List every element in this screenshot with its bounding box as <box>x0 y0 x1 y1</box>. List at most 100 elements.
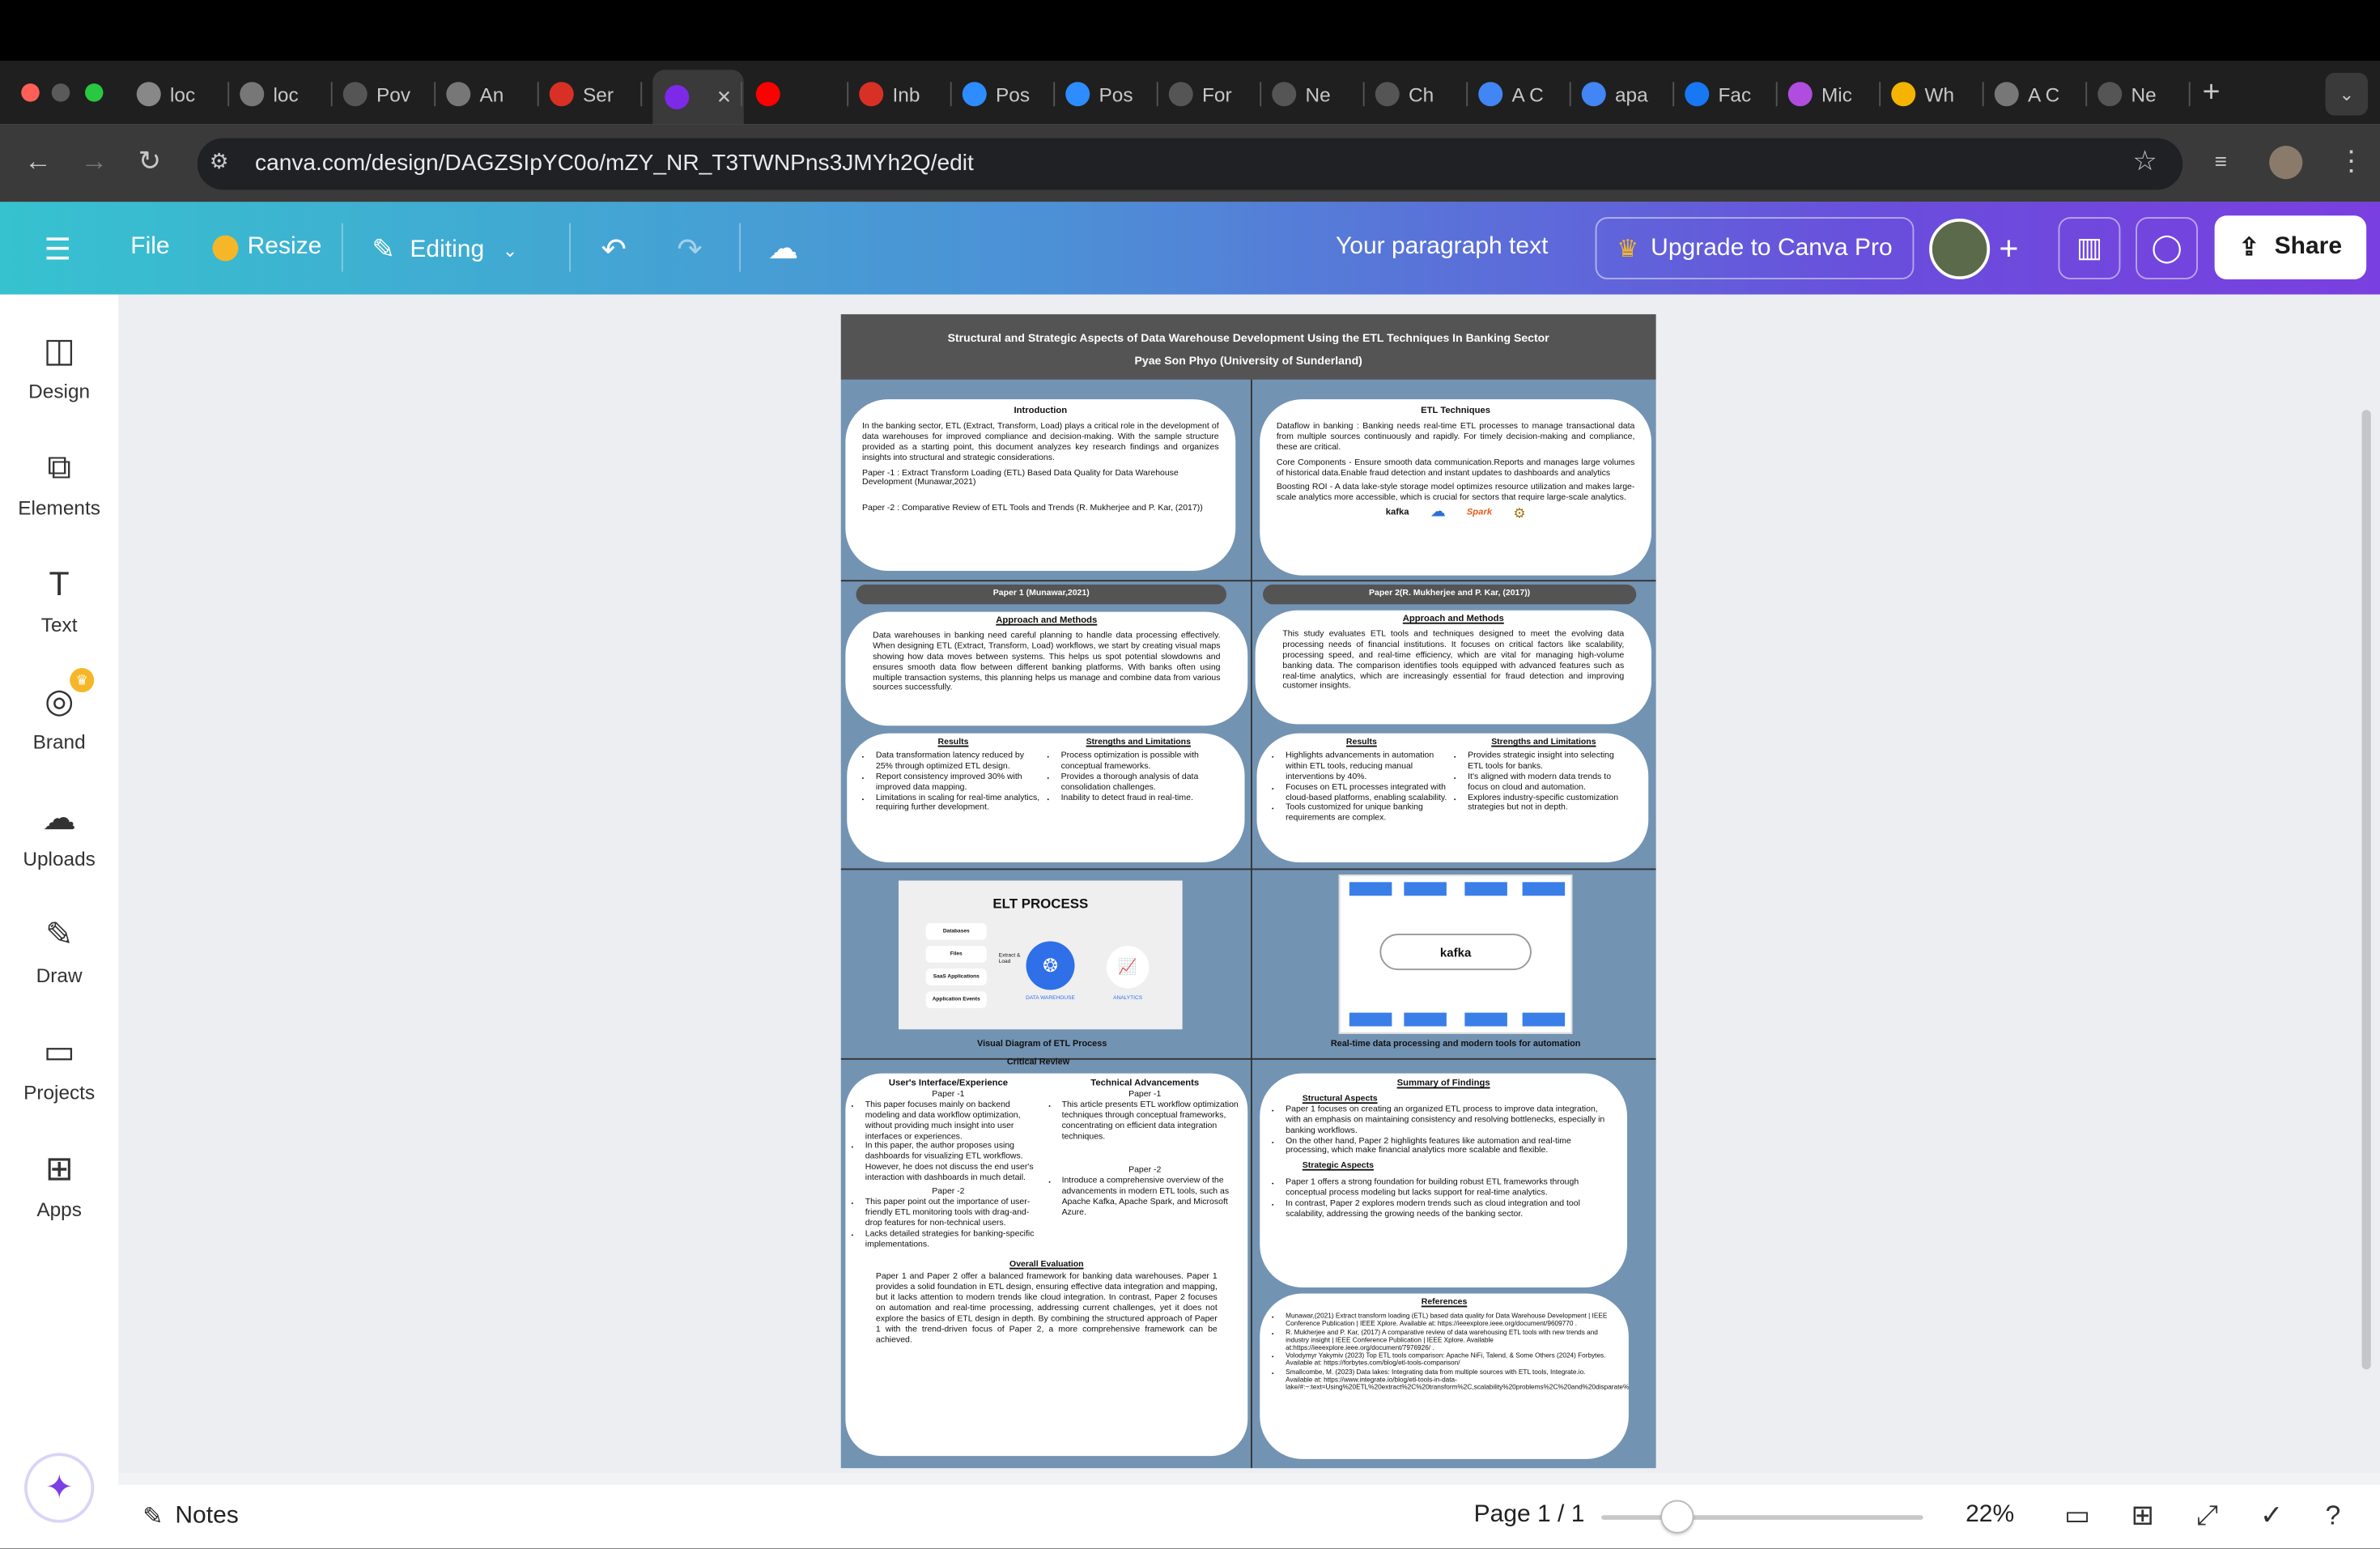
browser-tab[interactable]: Pov <box>342 76 410 113</box>
page-indicator[interactable]: Page 1 / 1 <box>1474 1501 1585 1529</box>
list-item: Smallcombe, M. (2023) Data lakes: Integr… <box>1286 1368 1629 1391</box>
text-icon: T <box>49 564 70 603</box>
profile-avatar[interactable] <box>2269 146 2303 180</box>
list-item: Tools customized for unique banking requ… <box>1286 804 1448 825</box>
zoom-slider-handle[interactable] <box>1660 1500 1694 1534</box>
browser-tab[interactable]: loc <box>136 76 195 113</box>
sidebar-item-apps[interactable]: ⊞ Apps <box>0 1149 118 1220</box>
diagram1-caption[interactable]: Visual Diagram of ETL Process <box>886 1040 1197 1049</box>
add-collaborator-icon[interactable]: + <box>1999 229 2018 269</box>
sidebar-item-elements[interactable]: ⧉ Elements <box>0 448 118 519</box>
paper2-pill[interactable]: Paper 2(R. Mukherjee and P. Kar, (2017)) <box>1263 584 1637 605</box>
paper2-results-card[interactable]: Results Highlights advancements in autom… <box>1256 733 1649 862</box>
zoom-level[interactable]: 22% <box>1966 1501 2014 1529</box>
browser-tab[interactable]: Wh <box>1891 76 1954 113</box>
browser-tab[interactable]: loc <box>240 76 299 113</box>
paper1-pill[interactable]: Paper 1 (Munawar,2021) <box>856 584 1226 605</box>
tab-separator <box>1156 82 1158 107</box>
sidebar-item-brand[interactable]: ◎ Brand <box>0 682 118 753</box>
bookmark-star-icon[interactable]: ☆ <box>2132 146 2157 177</box>
paper1-results-card[interactable]: Results Data transformation latency redu… <box>847 733 1245 862</box>
reload-icon[interactable]: ↻ <box>138 146 161 177</box>
paper2-approach-card[interactable]: Approach and Methods This study evaluate… <box>1255 610 1651 725</box>
sink-box <box>1349 1012 1392 1027</box>
overall-evaluation-heading: Overall Evaluation <box>1009 1259 1084 1269</box>
zoom-slider[interactable] <box>1601 1515 1923 1520</box>
browser-tab[interactable]: Ser <box>549 76 614 113</box>
sidebar-item-draw[interactable]: ✎ Draw <box>0 916 118 987</box>
browser-tab[interactable]: Fac <box>1685 76 1751 113</box>
menu-icon[interactable]: ☰ <box>44 231 71 269</box>
poster-title[interactable]: Structural and Strategic Aspects of Data… <box>841 326 1656 349</box>
list-item: Inability to detect fraud in real-time. <box>1061 794 1226 804</box>
tab-search-icon[interactable]: ⌄ <box>2325 73 2368 116</box>
poster-title-block[interactable]: Structural and Strategic Aspects of Data… <box>840 314 1656 380</box>
critical-review-card[interactable]: User's Interface/Experience Paper -1 Thi… <box>845 1073 1248 1457</box>
minimize-window-icon[interactable] <box>51 83 70 102</box>
browser-tab[interactable]: A C <box>1994 76 2059 113</box>
pages-view-icon[interactable]: ▭ <box>2064 1500 2097 1534</box>
browser-tab[interactable] <box>755 76 789 113</box>
magic-assistant-button[interactable]: ✦ <box>24 1453 95 1523</box>
diagram2-caption[interactable]: Real-time data processing and modern too… <box>1281 1040 1630 1049</box>
browser-tab[interactable]: ✕ <box>652 70 744 125</box>
fullscreen-icon[interactable]: ⤢ <box>2196 1500 2229 1534</box>
url-text[interactable]: canva.com/design/DAGZSIpYC0o/mZY_NR_T3TW… <box>255 151 974 177</box>
site-info-icon[interactable]: ⚙ <box>210 149 229 175</box>
browser-tab[interactable]: Ch <box>1375 76 1434 113</box>
user-avatar[interactable] <box>1929 219 1991 279</box>
grid-view-icon[interactable]: ⊞ <box>2131 1500 2165 1534</box>
kafka-logo-icon: kafka <box>1385 509 1409 518</box>
browser-tab[interactable]: Ne <box>1272 76 1331 113</box>
file-menu[interactable]: File <box>130 234 169 262</box>
summary-card[interactable]: Summary of Findings Structural Aspects P… <box>1260 1073 1627 1287</box>
maximize-window-icon[interactable] <box>85 83 104 102</box>
browser-tab[interactable]: Mic <box>1787 76 1852 113</box>
paragraph-text-label[interactable]: Your paragraph text <box>1336 234 1548 262</box>
list-item: Explores industry-specific customization… <box>1468 794 1630 815</box>
critical-review-banner[interactable]: Critical Review <box>963 1058 1115 1067</box>
browser-menu-icon[interactable]: ⋮ <box>2338 146 2365 177</box>
comment-icon[interactable]: ◯ <box>2136 217 2198 279</box>
forward-icon[interactable]: → <box>80 146 108 177</box>
references-card[interactable]: References Munawar,(2021) Extract transf… <box>1260 1293 1629 1459</box>
sidebar-item-text[interactable]: T Text <box>0 565 118 636</box>
redo-icon[interactable]: ↷ <box>677 231 702 269</box>
share-button[interactable]: ⇪ Share <box>2214 215 2367 279</box>
sidebar-item-design[interactable]: ◫ Design <box>0 331 118 402</box>
browser-tab[interactable]: An <box>446 76 504 113</box>
check-icon[interactable]: ✓ <box>2260 1500 2293 1534</box>
media-control-icon[interactable]: ≡ <box>2215 149 2227 173</box>
paper1-approach-card[interactable]: Approach and Methods Data warehouses in … <box>845 611 1248 726</box>
tab-separator <box>1569 82 1571 107</box>
editing-dropdown[interactable]: ✎ Editing ⌄ <box>372 234 517 266</box>
browser-tab[interactable]: Pos <box>1065 76 1133 113</box>
undo-icon[interactable]: ↶ <box>601 231 627 269</box>
browser-tab[interactable]: Ne <box>2097 76 2157 113</box>
elt-process-diagram[interactable]: ELT PROCESS Databases Files SaaS Applicati… <box>899 880 1183 1030</box>
close-tab-icon[interactable]: ✕ <box>716 87 732 108</box>
etl-techniques-card[interactable]: ETL Techniques Dataflow in banking : Ban… <box>1260 399 1651 576</box>
browser-tab[interactable]: Inb <box>859 76 920 113</box>
vertical-scrollbar[interactable] <box>2361 410 2371 1370</box>
browser-tab[interactable]: A C <box>1478 76 1544 113</box>
resize-button[interactable]: Resize <box>212 234 321 262</box>
browser-tab[interactable]: apa <box>1581 76 1648 113</box>
cloud-save-icon[interactable]: ☁ <box>768 229 799 267</box>
data-warehouse-label: DATA WAREHOUSE <box>1026 994 1075 1001</box>
poster-author[interactable]: Pyae Son Phyo (University of Sunderland) <box>841 349 1656 372</box>
sidebar-item-projects[interactable]: ▭ Projects <box>0 1032 118 1104</box>
kafka-diagram[interactable]: kafka <box>1338 875 1573 1034</box>
insights-icon[interactable]: ▥ <box>2058 217 2121 279</box>
upgrade-button[interactable]: ♛ Upgrade to Canva Pro <box>1595 217 1915 279</box>
sidebar-item-uploads[interactable]: ☁ Uploads <box>0 798 118 870</box>
browser-tab[interactable]: Pos <box>962 76 1030 113</box>
close-window-icon[interactable] <box>21 83 40 102</box>
introduction-card[interactable]: Introduction In the banking sector, ETL … <box>845 399 1236 571</box>
poster-page[interactable]: Structural and Strategic Aspects of Data… <box>840 314 1656 1469</box>
notes-button[interactable]: ✎ Notes <box>142 1501 239 1532</box>
help-icon[interactable]: ? <box>2326 1500 2359 1534</box>
back-icon[interactable]: ← <box>24 146 52 177</box>
browser-tab[interactable]: For <box>1168 76 1232 113</box>
new-tab-icon[interactable]: + <box>2203 76 2221 111</box>
